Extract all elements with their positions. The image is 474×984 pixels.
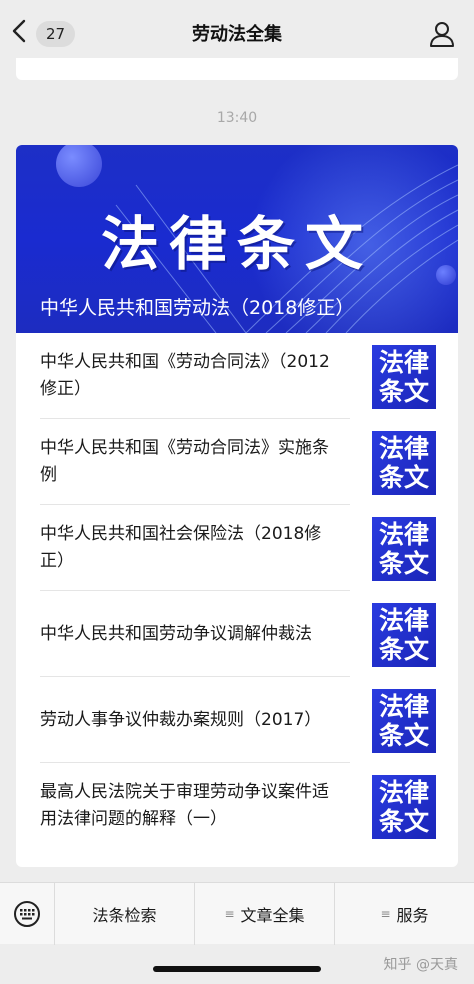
article-title: 劳动人事争议仲裁办案规则（2017） <box>40 709 322 730</box>
article-title: 中华人民共和国劳动争议调解仲裁法 <box>40 623 312 644</box>
previous-message-card[interactable] <box>16 58 458 80</box>
top-nav-bar: 27 劳动法全集 <box>0 0 474 66</box>
menu-tab-label: 服务 <box>396 905 429 925</box>
submenu-icon: ≡ <box>380 906 391 921</box>
article-row[interactable]: 最高人民法院关于审理劳动争议案件适用法律问题的解释（一） 法律 条文 <box>16 763 458 849</box>
article-thumbnail: 法律 条文 <box>372 517 436 581</box>
profile-button[interactable] <box>428 20 456 48</box>
message-timestamp: 13:40 <box>216 110 258 126</box>
home-indicator[interactable] <box>153 966 321 972</box>
thumbnail-text-line1: 法律 <box>378 777 429 807</box>
thumbnail-text-line2: 条文 <box>378 806 429 836</box>
thumbnail-text-line1: 法律 <box>378 519 429 549</box>
keyboard-icon <box>14 900 40 927</box>
thumbnail-text-line2: 条文 <box>378 634 429 664</box>
article-row[interactable]: 中华人民共和国劳动争议调解仲裁法 法律 条文 <box>16 591 458 677</box>
thumbnail-text-line2: 条文 <box>378 720 429 750</box>
article-title: 中华人民共和国社会保险法（2018修正） <box>40 524 322 571</box>
article-row[interactable]: 中华人民共和国《劳动合同法》（2012修正） 法律 条文 <box>16 333 458 419</box>
article-thumbnail: 法律 条文 <box>372 431 436 495</box>
article-title: 中华人民共和国《劳动合同法》（2012修正） <box>40 352 330 399</box>
thumbnail-text-line2: 条文 <box>378 376 429 406</box>
thumbnail-text-line2: 条文 <box>378 462 429 492</box>
menu-tab-label: 法条检索 <box>92 905 157 925</box>
submenu-icon: ≡ <box>224 906 235 921</box>
article-title: 最高人民法院关于审理劳动争议案件适用法律问题的解释（一） <box>40 782 329 829</box>
thumbnail-text-line1: 法律 <box>378 347 429 377</box>
article-thumbnail: 法律 条文 <box>372 345 436 409</box>
article-thumbnail: 法律 条文 <box>372 775 436 839</box>
menu-tab-law-search[interactable]: 法条检索 <box>55 882 195 945</box>
article-row[interactable]: 劳动人事争议仲裁办案规则（2017） 法律 条文 <box>16 677 458 763</box>
thumbnail-text-line2: 条文 <box>378 548 429 578</box>
bottom-menu-bar: 法条检索 ≡ 文章全集 ≡ 服务 <box>0 882 474 945</box>
unread-count-badge: 27 <box>36 20 76 47</box>
banner-headline: 法律条文 <box>100 210 373 278</box>
keyboard-toggle-button[interactable] <box>0 882 55 945</box>
thumbnail-text-line1: 法律 <box>378 691 429 721</box>
menu-tab-services[interactable]: ≡ 服务 <box>335 883 474 945</box>
thumbnail-text-line1: 法律 <box>378 433 429 463</box>
banner-subtitle: 中华人民共和国劳动法（2018修正） <box>40 297 355 319</box>
menu-tab-label: 文章全集 <box>240 905 305 925</box>
page-title: 劳动法全集 <box>192 24 282 45</box>
banner-image[interactable]: 法律条文 中华人民共和国劳动法（2018修正） <box>16 145 458 333</box>
article-row[interactable]: 中华人民共和国《劳动合同法》实施条例 法律 条文 <box>16 419 458 505</box>
menu-tab-all-articles[interactable]: ≡ 文章全集 <box>195 882 335 945</box>
watermark-text: 知乎 @天真 <box>383 957 458 973</box>
article-card: 法律条文 中华人民共和国劳动法（2018修正） 中华人民共和国《劳动合同法》（2… <box>16 145 458 867</box>
article-thumbnail: 法律 条文 <box>372 603 436 667</box>
thumbnail-text-line1: 法律 <box>378 605 429 635</box>
chevron-left-icon <box>12 19 30 48</box>
person-icon <box>430 22 454 47</box>
article-title: 中华人民共和国《劳动合同法》实施条例 <box>40 438 329 485</box>
article-thumbnail: 法律 条文 <box>372 689 436 753</box>
article-list: 中华人民共和国《劳动合同法》（2012修正） 法律 条文 中华人民共和国《劳动合… <box>16 333 458 849</box>
article-row[interactable]: 中华人民共和国社会保险法（2018修正） 法律 条文 <box>16 505 458 591</box>
back-button[interactable]: 27 <box>12 19 76 48</box>
